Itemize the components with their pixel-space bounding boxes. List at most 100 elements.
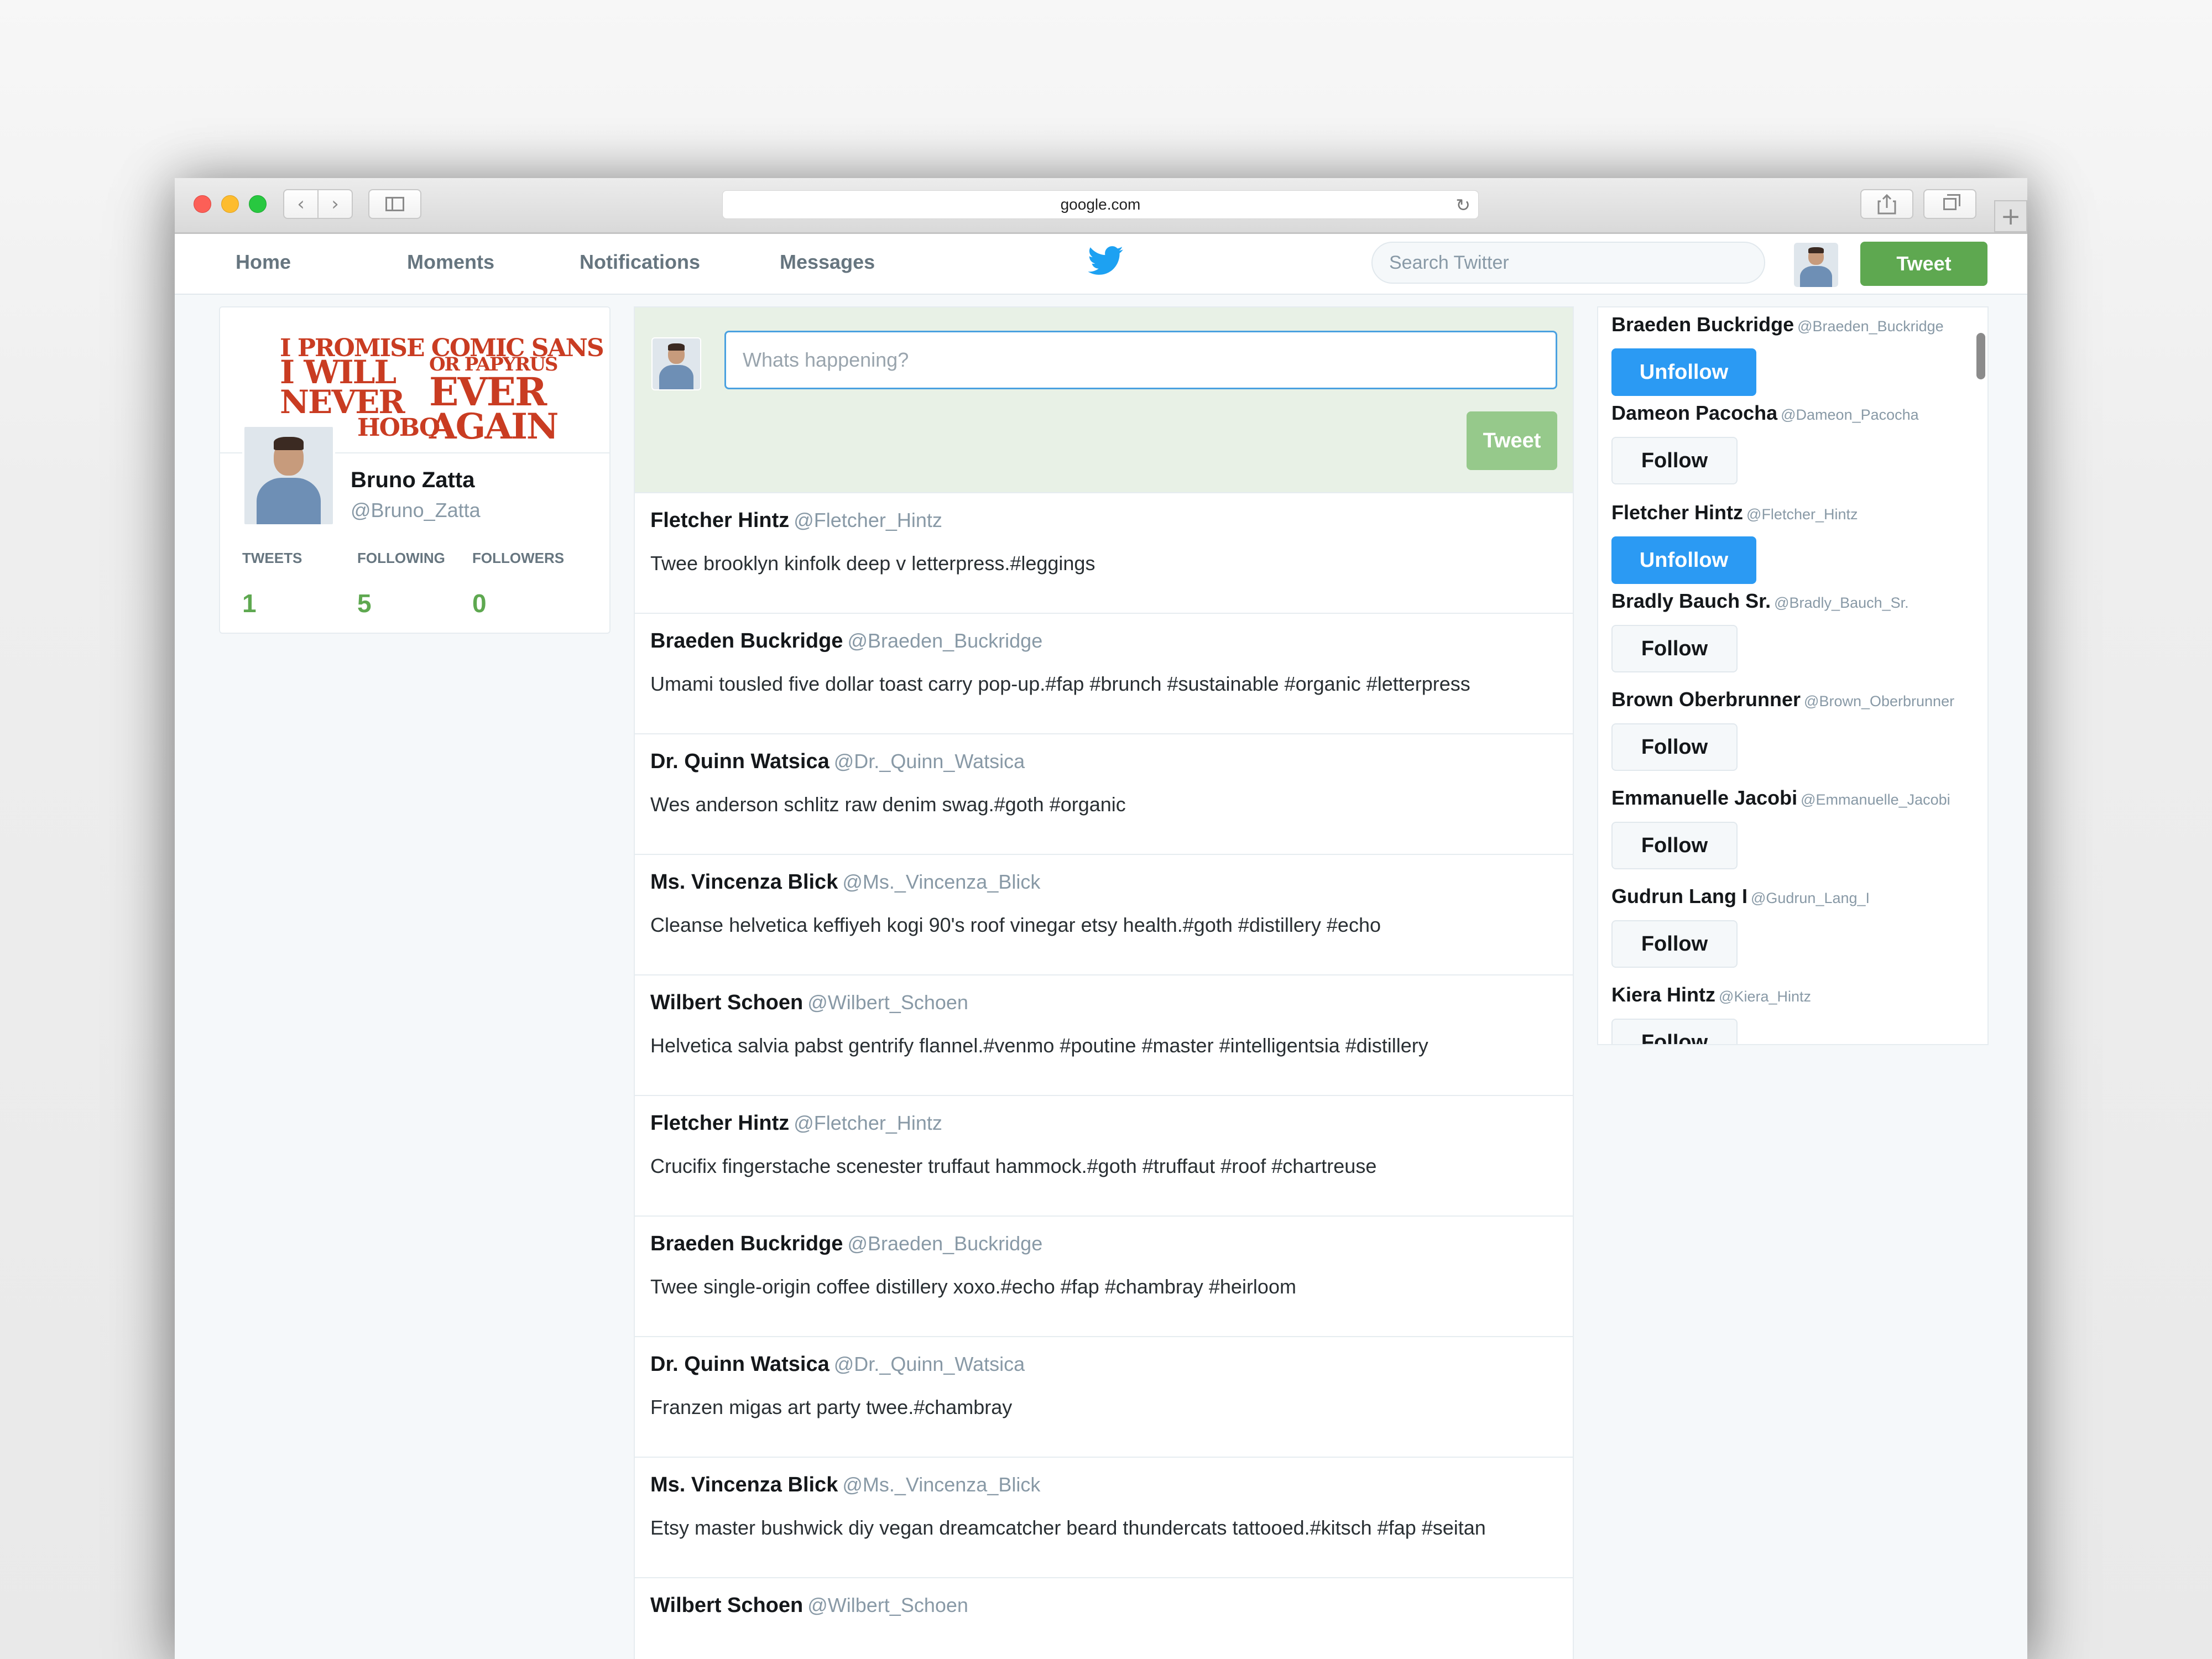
zoom-window-button[interactable] [249, 195, 267, 213]
suggestion-name[interactable]: Gudrun Lang I [1611, 885, 1747, 907]
follow-button[interactable]: Follow [1611, 1019, 1738, 1044]
tweet-author-handle[interactable]: @Ms._Vincenza_Blick [842, 1473, 1040, 1496]
follow-suggestion: Braeden Buckridge @Braeden_Buckridge Unfol… [1611, 313, 1976, 407]
tweet-text: Twee brooklyn kinfolk deep v letterpress… [650, 552, 1095, 575]
stat-followers-value[interactable]: 0 [472, 588, 487, 618]
share-button[interactable] [1860, 189, 1913, 219]
follow-button[interactable]: Follow [1611, 625, 1738, 672]
sidebar-toggle-button[interactable] [368, 189, 421, 219]
stat-tweets-value[interactable]: 1 [242, 588, 257, 618]
tweet-item[interactable]: Braeden Buckridge @Braeden_Buckridge Twee … [635, 1215, 1573, 1336]
follow-button[interactable]: Follow [1611, 920, 1738, 968]
suggestion-handle[interactable]: @Brown_Oberbrunner [1804, 693, 1954, 709]
suggestion-handle[interactable]: @Emmanuelle_Jacobi [1801, 791, 1950, 808]
tweet-item[interactable]: Ms. Vincenza Blick @Ms._Vincenza_Blick Cle… [635, 854, 1573, 974]
compose-tweet-input[interactable] [724, 331, 1557, 389]
compose-tweet-button[interactable]: Tweet [1467, 411, 1557, 470]
show-tabs-button[interactable] [1923, 189, 1976, 219]
forward-button[interactable]: › [317, 189, 353, 219]
tweet-author-handle[interactable]: @Dr._Quinn_Watsica [834, 1353, 1025, 1375]
tweet-author-handle[interactable]: @Fletcher_Hintz [794, 509, 942, 531]
banner-text: AGAIN [429, 406, 559, 447]
share-icon [1877, 194, 1896, 215]
suggestion-name[interactable]: Fletcher Hintz [1611, 501, 1743, 524]
address-bar[interactable]: google.com ↻ [722, 190, 1479, 219]
suggestion-handle[interactable]: @Gudrun_Lang_I [1751, 890, 1870, 906]
nav-home[interactable]: Home [236, 251, 291, 274]
follow-suggestion: Emmanuelle Jacobi @Emmanuelle_Jacobi Follo… [1611, 786, 1976, 880]
nav-messages[interactable]: Messages [780, 251, 875, 274]
tweet-text: Twee single-origin coffee distillery xox… [650, 1275, 1296, 1298]
unfollow-button[interactable]: Unfollow [1611, 536, 1756, 584]
tweet-item[interactable]: Wilbert Schoen @Wilbert_Schoen Helvetica s… [635, 974, 1573, 1095]
minimize-window-button[interactable] [221, 195, 239, 213]
tweet-author-handle[interactable]: @Wilbert_Schoen [807, 991, 968, 1014]
tweet-author-name[interactable]: Wilbert Schoen [650, 991, 803, 1014]
stat-following-value[interactable]: 5 [357, 588, 372, 618]
reload-icon[interactable]: ↻ [1455, 195, 1470, 216]
suggestion-name[interactable]: Kiera Hintz [1611, 983, 1715, 1006]
profile-avatar[interactable] [242, 425, 335, 526]
tweet-author-name[interactable]: Fletcher Hintz [650, 509, 789, 532]
tweet-item[interactable]: Dr. Quinn Watsica @Dr._Quinn_Watsica Franz… [635, 1336, 1573, 1457]
suggestion-handle[interactable]: @Braeden_Buckridge [1797, 318, 1944, 335]
follow-button[interactable]: Follow [1611, 822, 1738, 869]
follow-suggestion: Gudrun Lang I @Gudrun_Lang_I Follow [1611, 885, 1976, 979]
tweet-text: Crucifix fingerstache scenester truffaut… [650, 1155, 1377, 1177]
tweet-item[interactable]: Dr. Quinn Watsica @Dr._Quinn_Watsica Wes a… [635, 733, 1573, 854]
account-avatar[interactable] [1794, 243, 1838, 287]
tweet-text: Helvetica salvia pabst gentrify flannel.… [650, 1034, 1428, 1057]
tweet-author-name[interactable]: Braeden Buckridge [650, 629, 843, 653]
nav-notifications[interactable]: Notifications [580, 251, 700, 274]
suggestion-name[interactable]: Emmanuelle Jacobi [1611, 786, 1797, 809]
stat-followers-label[interactable]: FOLLOWERS [472, 550, 564, 567]
suggestion-name[interactable]: Bradly Bauch Sr. [1611, 589, 1771, 612]
follow-button[interactable]: Follow [1611, 723, 1738, 771]
new-tab-button[interactable]: + [1994, 200, 2027, 232]
profile-name[interactable]: Bruno Zatta [351, 468, 474, 493]
tweet-author-handle[interactable]: @Wilbert_Schoen [807, 1594, 968, 1616]
suggestion-handle[interactable]: @Kiera_Hintz [1719, 988, 1811, 1005]
tweet-item[interactable]: Fletcher Hintz @Fletcher_Hintz Crucifix fi… [635, 1095, 1573, 1215]
tweet-author-name[interactable]: Wilbert Schoen [650, 1594, 803, 1617]
tweet-item[interactable]: Ms. Vincenza Blick @Ms._Vincenza_Blick Ets… [635, 1457, 1573, 1577]
profile-handle[interactable]: @Bruno_Zatta [351, 499, 481, 522]
close-window-button[interactable] [194, 195, 211, 213]
tweet-author-handle[interactable]: @Dr._Quinn_Watsica [834, 750, 1025, 773]
tweet-author-handle[interactable]: @Braeden_Buckridge [847, 629, 1042, 652]
tweet-item[interactable]: Wilbert Schoen @Wilbert_Schoen [635, 1577, 1573, 1659]
follow-button[interactable]: Follow [1611, 437, 1738, 484]
suggestion-handle[interactable]: @Bradly_Bauch_Sr. [1774, 594, 1909, 611]
stat-following-label[interactable]: FOLLOWING [357, 550, 445, 567]
tweet-author-name[interactable]: Ms. Vincenza Blick [650, 1473, 838, 1496]
follow-suggestion: Dameon Pacocha @Dameon_Pacocha Follow [1611, 401, 1976, 495]
tweet-author-name[interactable]: Dr. Quinn Watsica [650, 750, 830, 773]
suggestion-author: Brown Oberbrunner @Brown_Oberbrunner [1611, 688, 1954, 711]
tweet-item[interactable]: Fletcher Hintz @Fletcher_Hintz Twee brookl… [635, 492, 1573, 613]
tweet-author-name[interactable]: Ms. Vincenza Blick [650, 870, 838, 894]
tweet-author-handle[interactable]: @Fletcher_Hintz [794, 1112, 942, 1134]
tweet-author-name[interactable]: Braeden Buckridge [650, 1232, 843, 1255]
tweet-author-name[interactable]: Fletcher Hintz [650, 1112, 789, 1135]
suggestion-handle[interactable]: @Fletcher_Hintz [1746, 506, 1858, 523]
stat-tweets-label[interactable]: TWEETS [242, 550, 302, 567]
chevron-right-icon: › [331, 193, 339, 215]
suggestion-name[interactable]: Dameon Pacocha [1611, 401, 1777, 424]
search-input[interactable] [1371, 242, 1765, 284]
tweet-author: Fletcher Hintz @Fletcher_Hintz [650, 509, 942, 533]
back-button[interactable]: ‹ [283, 189, 319, 219]
tweet-text: Cleanse helvetica keffiyeh kogi 90's roo… [650, 914, 1381, 936]
tweet-author-name[interactable]: Dr. Quinn Watsica [650, 1353, 830, 1376]
tweet-button[interactable]: Tweet [1860, 242, 1987, 286]
tweet-item[interactable]: Braeden Buckridge @Braeden_Buckridge Umami… [635, 613, 1573, 733]
nav-moments[interactable]: Moments [407, 251, 494, 274]
follow-panel-scrollbar[interactable] [1976, 333, 1985, 379]
tweet-author-handle[interactable]: @Braeden_Buckridge [847, 1232, 1042, 1255]
suggestion-name[interactable]: Braeden Buckridge [1611, 313, 1794, 336]
suggestion-handle[interactable]: @Dameon_Pacocha [1781, 406, 1919, 423]
tweet-author-handle[interactable]: @Ms._Vincenza_Blick [842, 870, 1040, 893]
suggestion-name[interactable]: Brown Oberbrunner [1611, 688, 1801, 711]
twitter-bird-icon[interactable] [1086, 243, 1126, 278]
follow-suggestion: Fletcher Hintz @Fletcher_Hintz Unfollow [1611, 501, 1976, 595]
unfollow-button[interactable]: Unfollow [1611, 348, 1756, 396]
